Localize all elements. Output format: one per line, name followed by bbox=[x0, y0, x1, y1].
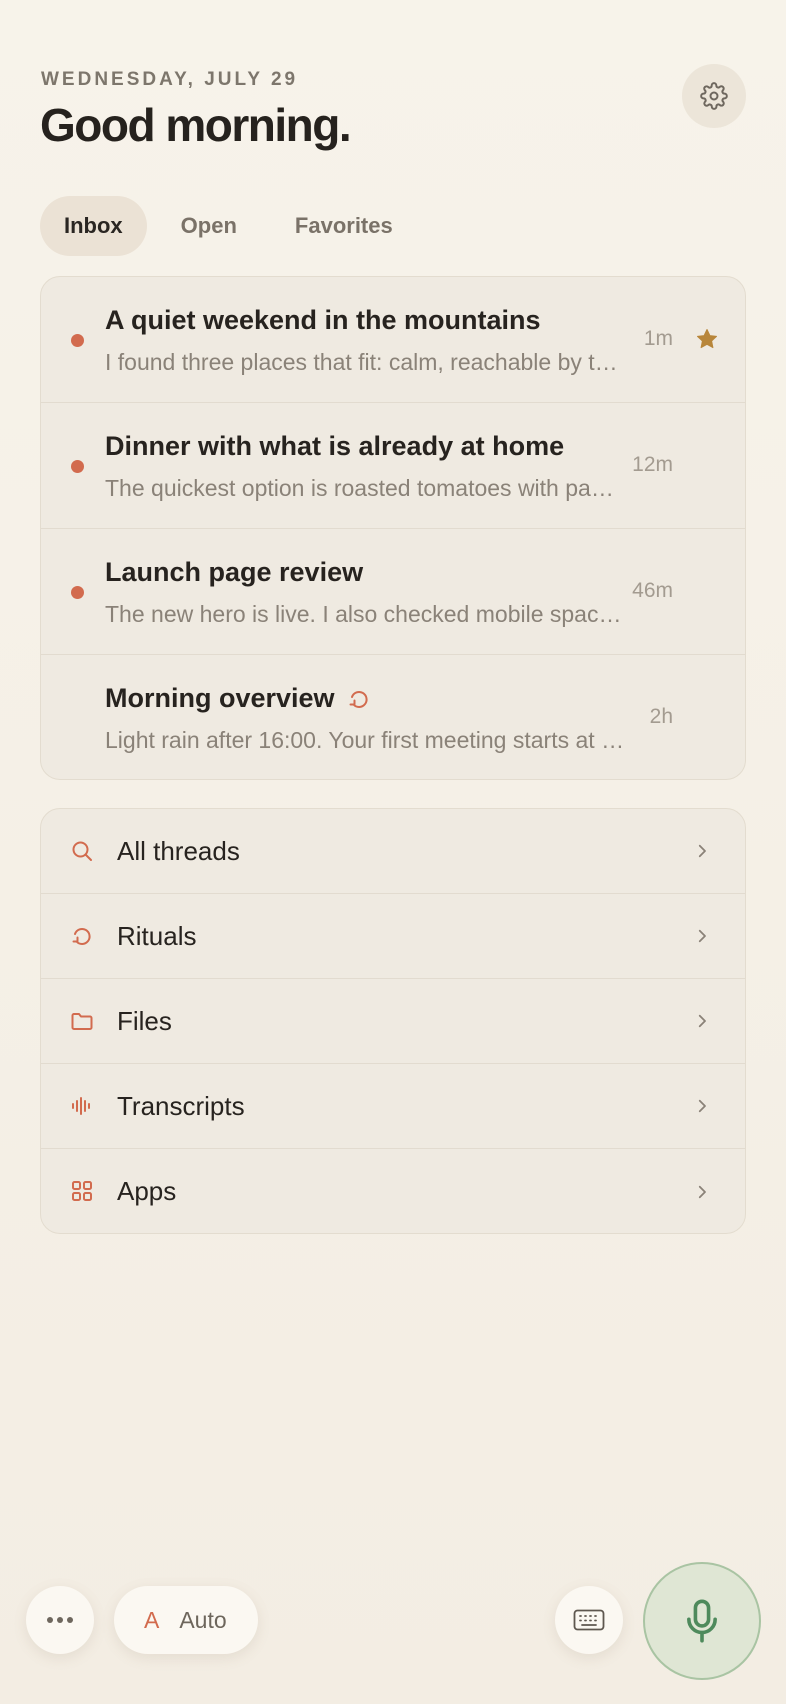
chevron-right-icon bbox=[698, 1099, 706, 1113]
thread-title: Dinner with what is already at home bbox=[105, 431, 565, 461]
thread-time: 2h bbox=[649, 705, 673, 728]
grid-icon bbox=[72, 1181, 92, 1201]
search-icon bbox=[72, 841, 92, 861]
waveform-icon bbox=[72, 1097, 90, 1115]
thread-title: A quiet weekend in the mountains bbox=[105, 305, 541, 335]
thread-preview: The new hero is live. I also checked mob… bbox=[105, 601, 625, 627]
settings-button[interactable] bbox=[682, 64, 746, 128]
chevron-right-icon bbox=[698, 844, 706, 858]
thread-row[interactable]: Dinner with what is already at home The … bbox=[41, 403, 745, 529]
microphone-button[interactable] bbox=[643, 1562, 761, 1680]
thread-preview: I found three places that fit: calm, rea… bbox=[105, 349, 625, 375]
tab-open[interactable]: Open bbox=[157, 196, 261, 256]
tab-favorites[interactable]: Favorites bbox=[271, 196, 417, 256]
nav-item-label: All threads bbox=[117, 835, 240, 866]
thread-list: A quiet weekend in the mountains I found… bbox=[40, 276, 746, 780]
keyboard-button[interactable] bbox=[555, 1586, 623, 1654]
nav-item-label: Files bbox=[117, 1005, 172, 1036]
nav-item-all-threads[interactable]: All threads bbox=[41, 809, 745, 894]
nav-item-label: Transcripts bbox=[117, 1090, 245, 1121]
thread-row[interactable]: Morning overview Light rain after 16:00.… bbox=[41, 655, 745, 779]
model-label: Auto bbox=[179, 1606, 227, 1633]
home-screen: WEDNESDAY, JULY 29 Good morning. Inbox O… bbox=[0, 0, 786, 1704]
date-label: WEDNESDAY, JULY 29 bbox=[41, 69, 299, 90]
more-button[interactable] bbox=[26, 1586, 94, 1654]
tab-bar: Inbox Open Favorites bbox=[40, 196, 417, 256]
thread-time: 12m bbox=[632, 453, 673, 476]
thread-preview: The quickest option is roasted tomatoes … bbox=[105, 475, 625, 501]
folder-icon bbox=[71, 1013, 93, 1030]
chevron-right-icon bbox=[698, 1014, 706, 1028]
thread-title: Launch page review bbox=[105, 557, 364, 587]
nav-item-files[interactable]: Files bbox=[41, 979, 745, 1064]
star-icon[interactable] bbox=[695, 327, 719, 351]
more-dots-icon bbox=[47, 1617, 73, 1623]
thread-time: 1m bbox=[643, 327, 673, 350]
nav-item-label: Rituals bbox=[117, 920, 197, 951]
tab-inbox[interactable]: Inbox bbox=[40, 196, 147, 256]
chevron-right-icon bbox=[698, 929, 706, 943]
page-title: Good morning. bbox=[40, 99, 352, 151]
unread-dot bbox=[71, 460, 84, 473]
keyboard-icon bbox=[573, 1609, 605, 1631]
thread-time: 46m bbox=[632, 579, 673, 602]
ritual-icon bbox=[72, 928, 91, 945]
unread-dot bbox=[71, 586, 84, 599]
thread-row[interactable]: Launch page review The new hero is live.… bbox=[41, 529, 745, 655]
nav-item-transcripts[interactable]: Transcripts bbox=[41, 1064, 745, 1149]
ritual-icon bbox=[349, 690, 368, 708]
navigation-list: All threads Rituals Files Transcripts Ap… bbox=[40, 808, 746, 1234]
unread-dot bbox=[71, 334, 84, 347]
model-selector-button[interactable]: A Auto bbox=[114, 1586, 258, 1654]
thread-title: Morning overview bbox=[105, 683, 335, 713]
thread-preview: Light rain after 16:00. Your first meeti… bbox=[105, 727, 625, 753]
chevron-right-icon bbox=[698, 1185, 706, 1198]
model-icon: A bbox=[144, 1606, 160, 1633]
gear-icon bbox=[700, 82, 728, 110]
nav-item-rituals[interactable]: Rituals bbox=[41, 894, 745, 979]
nav-item-apps[interactable]: Apps bbox=[41, 1149, 745, 1233]
thread-row[interactable]: A quiet weekend in the mountains I found… bbox=[41, 277, 745, 403]
microphone-icon bbox=[687, 1599, 717, 1643]
nav-item-label: Apps bbox=[117, 1176, 177, 1206]
